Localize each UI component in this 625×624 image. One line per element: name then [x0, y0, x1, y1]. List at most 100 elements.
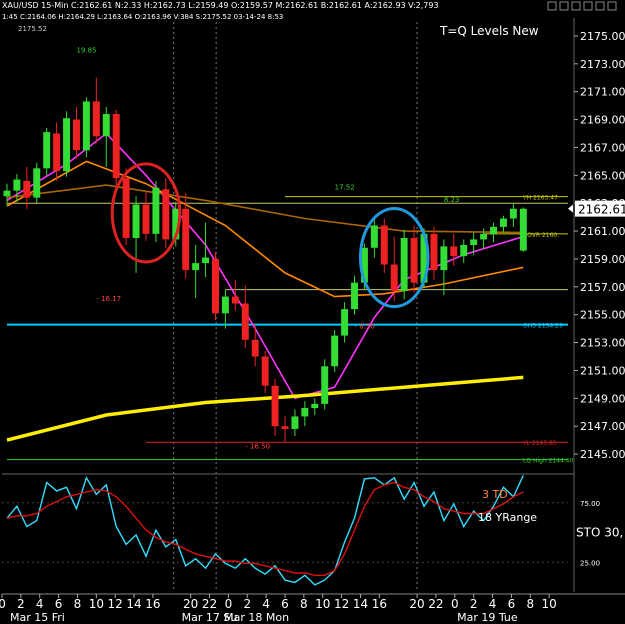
candle-body: [23, 180, 31, 198]
candle-body: [331, 335, 339, 367]
x-tick-label: 14: [126, 597, 141, 611]
candle-body: [132, 204, 140, 239]
sto-tick-label: 75.00: [580, 500, 600, 508]
current-price-label: 2162.61: [578, 203, 625, 217]
candle-body: [182, 208, 190, 271]
candle-body: [102, 113, 110, 137]
x-tick-label: 10: [541, 597, 556, 611]
candle-body: [72, 119, 80, 151]
price-level-label: YH 2163.47: [522, 195, 558, 202]
candle-body: [231, 296, 239, 304]
y-tick-label: 2159.00: [580, 253, 625, 266]
candle-body: [152, 187, 160, 234]
candle-body: [281, 426, 289, 429]
candle-body: [33, 168, 41, 198]
price-level-label: LQ High 2144.60: [523, 458, 574, 465]
x-date-label: Mar 15 Fri: [10, 611, 65, 624]
candle-body: [13, 179, 21, 191]
y-tick-label: 2175.00: [580, 30, 625, 43]
y-tick-label: 2153.00: [580, 337, 625, 350]
x-tick-label: 10: [315, 597, 330, 611]
swing-annotation: 19.85: [76, 47, 96, 55]
x-tick-label: 22: [428, 597, 443, 611]
x-tick-label: 0: [225, 597, 233, 611]
candle-body: [212, 258, 219, 314]
x-tick-label: 8: [526, 597, 534, 611]
x-tick-label: 0: [451, 597, 459, 611]
swing-annotation: - 16.17: [96, 295, 121, 303]
x-tick-label: 22: [202, 597, 217, 611]
y-tick-label: 2171.00: [580, 86, 625, 99]
candle-body: [92, 101, 100, 137]
candle-body: [380, 225, 388, 265]
yrange-label: 18 YRange: [478, 511, 537, 524]
x-tick-label: 0: [0, 597, 6, 611]
header-info-line-2: 1:45 C:2164.06 H:2164.29 L:2163.64 O:216…: [2, 13, 283, 21]
x-tick-label: 2: [470, 597, 478, 611]
swing-annotation: 8.23: [444, 196, 460, 204]
candle-body: [271, 385, 279, 427]
period-high-label: 2175.52: [18, 25, 47, 33]
candle-body: [390, 264, 398, 291]
trading-chart: XAU/USD 15-Min C:2162.61 N:2.33 H:2162.7…: [0, 0, 625, 624]
price-level-label: ROVR 2160.: [523, 232, 559, 239]
x-date-label: Mar 19 Tue: [457, 611, 518, 624]
y-tick-label: 2151.00: [580, 364, 625, 377]
x-tick-label: 4: [262, 597, 270, 611]
candle-body: [480, 233, 488, 240]
candle-body: [301, 408, 309, 417]
candle-body: [460, 245, 468, 257]
y-tick-label: 2165.00: [580, 169, 625, 182]
candle-body: [430, 233, 438, 271]
price-level-label: OH3 2154.29: [523, 323, 563, 330]
candle-body: [221, 296, 229, 314]
candle-body: [440, 246, 448, 271]
chart-background: [0, 0, 625, 624]
sto-label: STO 30,: [576, 526, 623, 540]
swing-annotation: 17.52: [335, 183, 355, 191]
x-tick-label: 6: [508, 597, 516, 611]
candle-body: [261, 356, 269, 386]
candle-body: [509, 208, 517, 219]
y-tick-label: 2145.00: [580, 448, 625, 461]
candle-body: [82, 101, 90, 151]
x-tick-label: 16: [372, 597, 387, 611]
candle-body: [251, 339, 259, 357]
x-tick-label: 14: [353, 597, 368, 611]
x-tick-label: 4: [36, 597, 44, 611]
candle-body: [311, 403, 319, 409]
x-tick-label: 20: [409, 597, 424, 611]
x-tick-label: 6: [281, 597, 289, 611]
candle-body: [351, 282, 358, 310]
td-label: 3 TD: [482, 488, 508, 501]
x-tick-label: 16: [145, 597, 160, 611]
y-tick-label: 2147.00: [580, 420, 625, 433]
candle-body: [450, 246, 458, 257]
price-level-label: YL 2145.85: [522, 440, 557, 447]
candle-body: [192, 263, 200, 271]
x-tick-label: 4: [489, 597, 497, 611]
x-tick-label: 12: [334, 597, 349, 611]
candle-body: [162, 189, 170, 240]
x-tick-label: 2: [17, 597, 25, 611]
candle-body: [202, 257, 210, 264]
candle-body: [142, 204, 150, 234]
swing-annotation: - 8.50: [355, 323, 375, 331]
y-tick-label: 2157.00: [580, 281, 625, 294]
y-tick-label: 2173.00: [580, 58, 625, 71]
x-tick-label: 2: [243, 597, 251, 611]
x-tick-label: 8: [74, 597, 82, 611]
candle-body: [63, 118, 71, 172]
candle-body: [53, 133, 61, 172]
header-info-line: XAU/USD 15-Min C:2162.61 N:2.33 H:2162.7…: [2, 1, 439, 10]
x-tick-label: 20: [183, 597, 198, 611]
x-date-label: Mar 18 Mon: [224, 611, 289, 624]
candle-body: [410, 238, 418, 283]
chart-title: T=Q Levels New: [439, 24, 539, 38]
candle-body: [291, 416, 299, 429]
candle-body: [499, 218, 507, 227]
candle-body: [122, 178, 130, 239]
candle-body: [470, 239, 478, 245]
y-tick-label: 2169.00: [580, 114, 625, 127]
candle-body: [490, 226, 498, 234]
